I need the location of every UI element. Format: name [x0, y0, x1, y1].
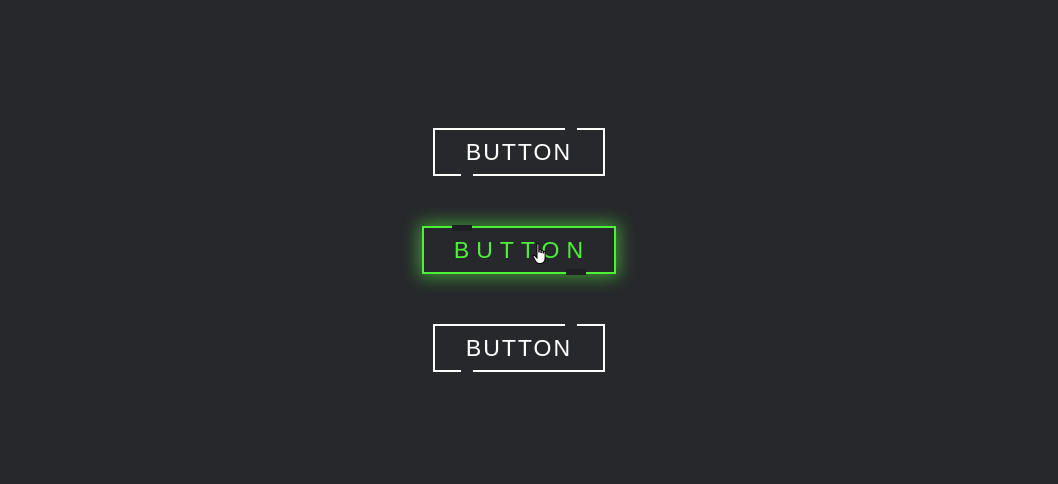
border-gap-bottom — [461, 369, 473, 373]
border-gap-top — [452, 225, 472, 231]
button-demo-stage: BUTTON BUTTON BUTTON — [0, 0, 1058, 484]
border-gap-top — [565, 127, 577, 131]
button-label: BUTTON — [453, 236, 591, 263]
button-normal-bottom[interactable]: BUTTON — [433, 323, 605, 373]
border-gap-bottom — [566, 269, 586, 275]
button-normal-top[interactable]: BUTTON — [433, 127, 605, 177]
button-hovered[interactable]: BUTTON — [422, 225, 616, 275]
border-gap-top — [565, 323, 577, 327]
button-label: BUTTON — [465, 334, 573, 361]
button-label: BUTTON — [465, 138, 573, 165]
border-gap-bottom — [461, 173, 473, 177]
